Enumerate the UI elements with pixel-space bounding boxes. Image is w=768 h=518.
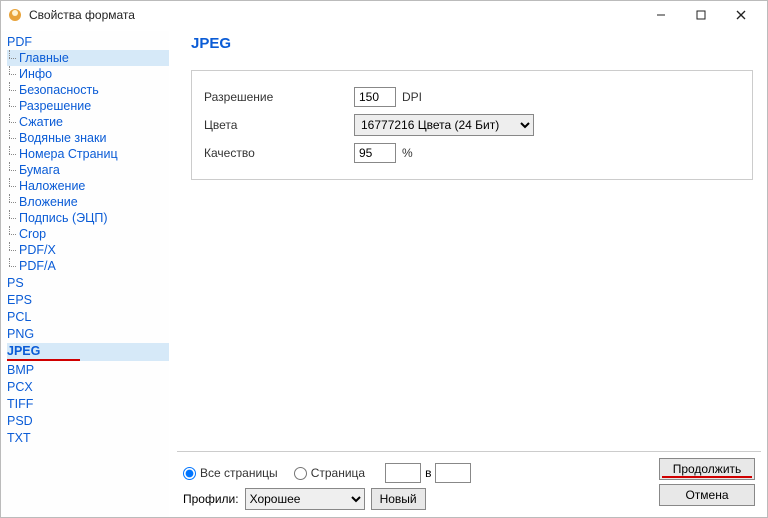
colors-select[interactable]: 16777216 Цвета (24 Бит) (354, 114, 534, 136)
cancel-button[interactable]: Отмена (659, 484, 755, 506)
sidebar: PDF Главные Инфо Безопасность Разрешение… (1, 31, 169, 517)
page-title: JPEG (191, 35, 753, 52)
page-sep-label: в (425, 466, 431, 480)
close-button[interactable] (721, 1, 761, 29)
sidebar-item-png[interactable]: PNG (7, 326, 169, 342)
window-title: Свойства формата (29, 8, 641, 22)
sidebar-item-pdf-paper[interactable]: Бумага (7, 162, 169, 178)
sidebar-item-pdf-crop[interactable]: Crop (7, 226, 169, 242)
sidebar-item-pdf[interactable]: PDF (7, 34, 169, 50)
sidebar-item-pdf-pdfx[interactable]: PDF/X (7, 242, 169, 258)
sidebar-item-pdf-signature[interactable]: Подпись (ЭЦП) (7, 210, 169, 226)
radio-all-pages-input[interactable] (183, 467, 196, 480)
sidebar-item-txt[interactable]: TXT (7, 430, 169, 446)
profiles-label: Профили: (183, 492, 239, 506)
window: Свойства формата PDF Главные Инфо Безопа… (0, 0, 768, 518)
sidebar-item-ps[interactable]: PS (7, 275, 169, 291)
sidebar-item-bmp[interactable]: BMP (7, 362, 169, 378)
content-panel: JPEG Разрешение DPI Цвета 16777216 Цвета… (177, 29, 767, 447)
radio-all-pages[interactable]: Все страницы (183, 466, 278, 480)
quality-label: Качество (204, 146, 354, 160)
sidebar-item-pdf-security[interactable]: Безопасность (7, 82, 169, 98)
sidebar-item-pdf-watermarks[interactable]: Водяные знаки (7, 130, 169, 146)
sidebar-item-pdf-attachment[interactable]: Вложение (7, 194, 169, 210)
page-from-input[interactable] (385, 463, 421, 483)
titlebar: Свойства формата (1, 1, 767, 29)
radio-page[interactable]: Страница (294, 466, 365, 480)
minimize-button[interactable] (641, 1, 681, 29)
sidebar-item-pdf-info[interactable]: Инфо (7, 66, 169, 82)
footer: Все страницы Страница в Профили: Хорошее… (177, 451, 761, 517)
quality-input[interactable] (354, 143, 396, 163)
continue-button[interactable]: Продолжить (659, 458, 755, 480)
sidebar-item-pdf-pagenums[interactable]: Номера Страниц (7, 146, 169, 162)
radio-page-input[interactable] (294, 467, 307, 480)
sidebar-item-psd[interactable]: PSD (7, 413, 169, 429)
quality-unit: % (402, 146, 413, 160)
settings-box: Разрешение DPI Цвета 16777216 Цвета (24 … (191, 70, 753, 180)
new-profile-button[interactable]: Новый (371, 488, 426, 510)
app-icon (7, 7, 23, 23)
sidebar-item-pcx[interactable]: PCX (7, 379, 169, 395)
sidebar-item-eps[interactable]: EPS (7, 292, 169, 308)
resolution-label: Разрешение (204, 90, 354, 104)
page-to-input[interactable] (435, 463, 471, 483)
sidebar-item-tiff[interactable]: TIFF (7, 396, 169, 412)
sidebar-item-pdf-resolution[interactable]: Разрешение (7, 98, 169, 114)
resolution-input[interactable] (354, 87, 396, 107)
sidebar-item-pdf-overlay[interactable]: Наложение (7, 178, 169, 194)
sidebar-item-pdf-pdfa[interactable]: PDF/A (7, 258, 169, 274)
sidebar-item-pdf-compression[interactable]: Сжатие (7, 114, 169, 130)
sidebar-item-jpeg[interactable]: JPEG (7, 343, 169, 361)
sidebar-item-pdf-main[interactable]: Главные (7, 50, 169, 66)
profiles-select[interactable]: Хорошее (245, 488, 365, 510)
resolution-unit: DPI (402, 90, 422, 104)
maximize-button[interactable] (681, 1, 721, 29)
colors-label: Цвета (204, 118, 354, 132)
sidebar-item-pcl[interactable]: PCL (7, 309, 169, 325)
